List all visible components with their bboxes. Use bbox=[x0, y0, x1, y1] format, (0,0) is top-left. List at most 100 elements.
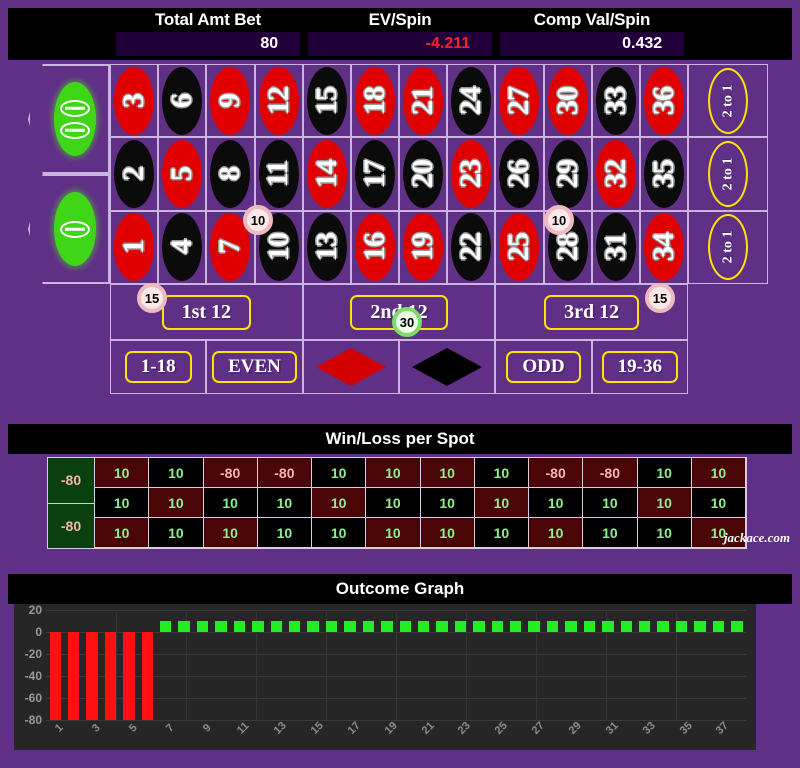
bet-spot-31[interactable]: 31 bbox=[591, 210, 640, 284]
bet-spot-column-3[interactable]: 2 to 1 bbox=[688, 210, 768, 284]
stat-comp-val-per-spin: Comp Val/Spin 0.432 bbox=[496, 8, 688, 60]
number-bets-grid: 3 6 9 12 15 18 21 24 27 30 33 36 2 5 8 11 14 17 20 23 26 29 32… bbox=[110, 64, 688, 284]
bar-11 bbox=[233, 621, 246, 632]
outcome-graph-header: Outcome Graph bbox=[8, 574, 792, 604]
number-label: 25 bbox=[502, 233, 536, 262]
bet-spot-11[interactable]: 11 bbox=[254, 137, 303, 211]
x-tick-slot bbox=[175, 722, 193, 748]
bar-34 bbox=[657, 621, 669, 632]
number-oval: 21 bbox=[403, 66, 444, 135]
bet-spot-29[interactable]: 29 bbox=[543, 137, 592, 211]
bar-3 bbox=[86, 632, 98, 720]
bet-spot-red[interactable] bbox=[302, 340, 399, 394]
chip-15[interactable]: 15 bbox=[137, 283, 167, 313]
bet-spot-36[interactable]: 36 bbox=[639, 64, 688, 138]
zero-oval-0 bbox=[54, 192, 96, 266]
winloss-cell: 10 bbox=[583, 488, 638, 518]
bar-slot bbox=[175, 610, 193, 720]
number-label: 16 bbox=[357, 233, 391, 262]
bet-spot-6[interactable]: 6 bbox=[158, 64, 207, 138]
bet-spot-odd[interactable]: ODD bbox=[495, 340, 592, 394]
bar-slot bbox=[267, 610, 285, 720]
stats-left-spacer bbox=[8, 8, 112, 60]
bet-spot-22[interactable]: 22 bbox=[447, 210, 496, 284]
bet-spot-33[interactable]: 33 bbox=[591, 64, 640, 138]
winloss-zero-cell: -80 bbox=[48, 458, 94, 504]
winloss-cell: -80 bbox=[583, 458, 638, 488]
bar-29 bbox=[565, 621, 577, 632]
bar-slot bbox=[396, 610, 414, 720]
bar-slot bbox=[341, 610, 359, 720]
bar-9 bbox=[196, 621, 209, 632]
x-tick-slot bbox=[64, 722, 82, 748]
number-oval: 31 bbox=[595, 213, 636, 282]
chip-10[interactable]: 10 bbox=[243, 205, 273, 235]
bar-slot bbox=[672, 610, 690, 720]
bar-slot bbox=[580, 610, 598, 720]
bet-spot-32[interactable]: 32 bbox=[591, 137, 640, 211]
bet-spot-13[interactable]: 13 bbox=[302, 210, 351, 284]
bet-spot-low[interactable]: 1-18 bbox=[110, 340, 207, 394]
bet-spot-15[interactable]: 15 bbox=[302, 64, 351, 138]
zero-glyph-icon bbox=[60, 220, 90, 238]
number-label: 18 bbox=[357, 86, 391, 115]
bet-spot-16[interactable]: 16 bbox=[350, 210, 399, 284]
winloss-cell: 10 bbox=[203, 518, 258, 548]
bet-spot-0[interactable] bbox=[28, 174, 110, 284]
bar-30 bbox=[583, 621, 596, 632]
bet-spot-26[interactable]: 26 bbox=[495, 137, 544, 211]
stat-comp-val-per-spin-value: 0.432 bbox=[622, 35, 663, 52]
winloss-cell: 10 bbox=[312, 518, 367, 548]
bet-spot-18[interactable]: 18 bbox=[350, 64, 399, 138]
chip-30[interactable]: 30 bbox=[392, 307, 422, 337]
winloss-cell: 10 bbox=[420, 518, 475, 548]
stats-bar: Total Amt Bet 80 EV/Spin -4.211 Comp Val… bbox=[8, 8, 792, 60]
bet-spot-1[interactable]: 1 bbox=[110, 210, 159, 284]
outside-bet-label: 19-36 bbox=[601, 351, 678, 383]
bet-spot-12[interactable]: 12 bbox=[254, 64, 303, 138]
x-tick-slot bbox=[617, 722, 635, 748]
bet-spot-9[interactable]: 9 bbox=[206, 64, 255, 138]
x-tick-slot: 7 bbox=[157, 722, 177, 748]
number-oval: 18 bbox=[354, 66, 395, 135]
bet-spot-35[interactable]: 35 bbox=[639, 137, 688, 211]
bet-spot-21[interactable]: 21 bbox=[399, 64, 448, 138]
bet-spot-19[interactable]: 19 bbox=[399, 210, 448, 284]
bet-spot-24[interactable]: 24 bbox=[447, 64, 496, 138]
bar-slot bbox=[120, 610, 138, 720]
bet-spot-black[interactable] bbox=[399, 340, 496, 394]
bet-spot-14[interactable]: 14 bbox=[302, 137, 351, 211]
bet-spot-34[interactable]: 34 bbox=[639, 210, 688, 284]
bet-spot-2[interactable]: 2 bbox=[110, 137, 159, 211]
bet-spot-23[interactable]: 23 bbox=[447, 137, 496, 211]
stat-total-amt-bet-value: 80 bbox=[260, 35, 279, 52]
bet-spot-column-2[interactable]: 2 to 1 bbox=[688, 137, 768, 211]
x-tick-slot bbox=[580, 722, 598, 748]
number-label: 33 bbox=[598, 86, 632, 115]
bet-spot-high[interactable]: 19-36 bbox=[591, 340, 688, 394]
winloss-number-cells: 10 10 -80 -80 10 10 10 10 -80 -80 10 10 10 10 10 10 10 10… bbox=[95, 457, 747, 549]
bet-spot-5[interactable]: 5 bbox=[158, 137, 207, 211]
bet-spot-30[interactable]: 30 bbox=[543, 64, 592, 138]
number-oval: 27 bbox=[499, 66, 540, 135]
outside-bet-label: 1-18 bbox=[124, 351, 192, 383]
number-label: 36 bbox=[646, 86, 680, 115]
bet-spot-even[interactable]: EVEN bbox=[206, 340, 303, 394]
bet-spot-27[interactable]: 27 bbox=[495, 64, 544, 138]
bar-33 bbox=[639, 621, 651, 632]
bet-spot-25[interactable]: 25 bbox=[495, 210, 544, 284]
chip-15[interactable]: 15 bbox=[645, 283, 675, 313]
chip-10[interactable]: 10 bbox=[544, 205, 574, 235]
bet-spot-20[interactable]: 20 bbox=[399, 137, 448, 211]
bar-37 bbox=[712, 621, 725, 632]
bet-spot-8[interactable]: 8 bbox=[206, 137, 255, 211]
x-tick-slot bbox=[285, 722, 303, 748]
bar-slot bbox=[709, 610, 727, 720]
bet-spot-3[interactable]: 3 bbox=[110, 64, 159, 138]
bet-spot-4[interactable]: 4 bbox=[158, 210, 207, 284]
bet-spot-column-1[interactable]: 2 to 1 bbox=[688, 64, 768, 138]
bet-spot-17[interactable]: 17 bbox=[350, 137, 399, 211]
bet-spot-00[interactable] bbox=[28, 64, 110, 174]
y-axis-tick-label: 20 bbox=[28, 603, 42, 617]
bar-slot bbox=[378, 610, 396, 720]
